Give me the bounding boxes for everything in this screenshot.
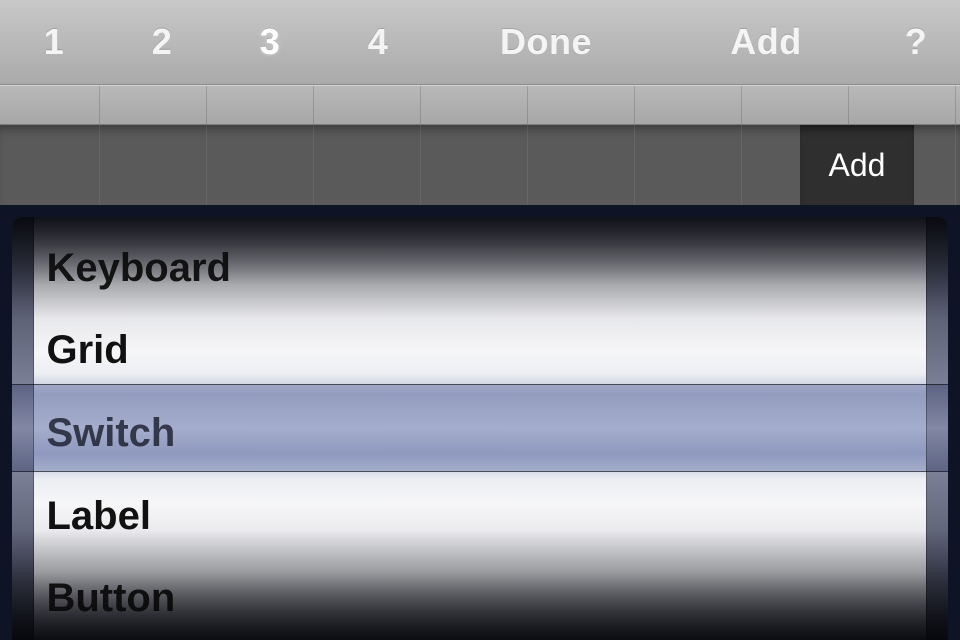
- workspace-band: Add: [0, 125, 960, 205]
- done-button[interactable]: Done: [432, 0, 660, 84]
- workspace-add-chip[interactable]: Add: [800, 125, 914, 205]
- picker-area: Keyboard Grid Switch Label Button: [0, 205, 960, 640]
- picker-item[interactable]: Button: [34, 557, 925, 640]
- picker-item-selected[interactable]: Switch: [34, 392, 925, 475]
- page-button-3[interactable]: 3: [216, 0, 324, 84]
- ruler: [0, 85, 960, 125]
- picker-item[interactable]: Grid: [34, 310, 925, 393]
- top-toolbar: 1 2 3 4 Done Add ?: [0, 0, 960, 85]
- page-button-2[interactable]: 2: [108, 0, 216, 84]
- page-button-4[interactable]: 4: [324, 0, 432, 84]
- picker-wheel[interactable]: Keyboard Grid Switch Label Button: [12, 217, 948, 640]
- picker-item[interactable]: Keyboard: [34, 227, 925, 310]
- page-button-1[interactable]: 1: [0, 0, 108, 84]
- add-button[interactable]: Add: [660, 0, 872, 84]
- help-button[interactable]: ?: [872, 0, 960, 84]
- picker-item[interactable]: Label: [34, 475, 925, 558]
